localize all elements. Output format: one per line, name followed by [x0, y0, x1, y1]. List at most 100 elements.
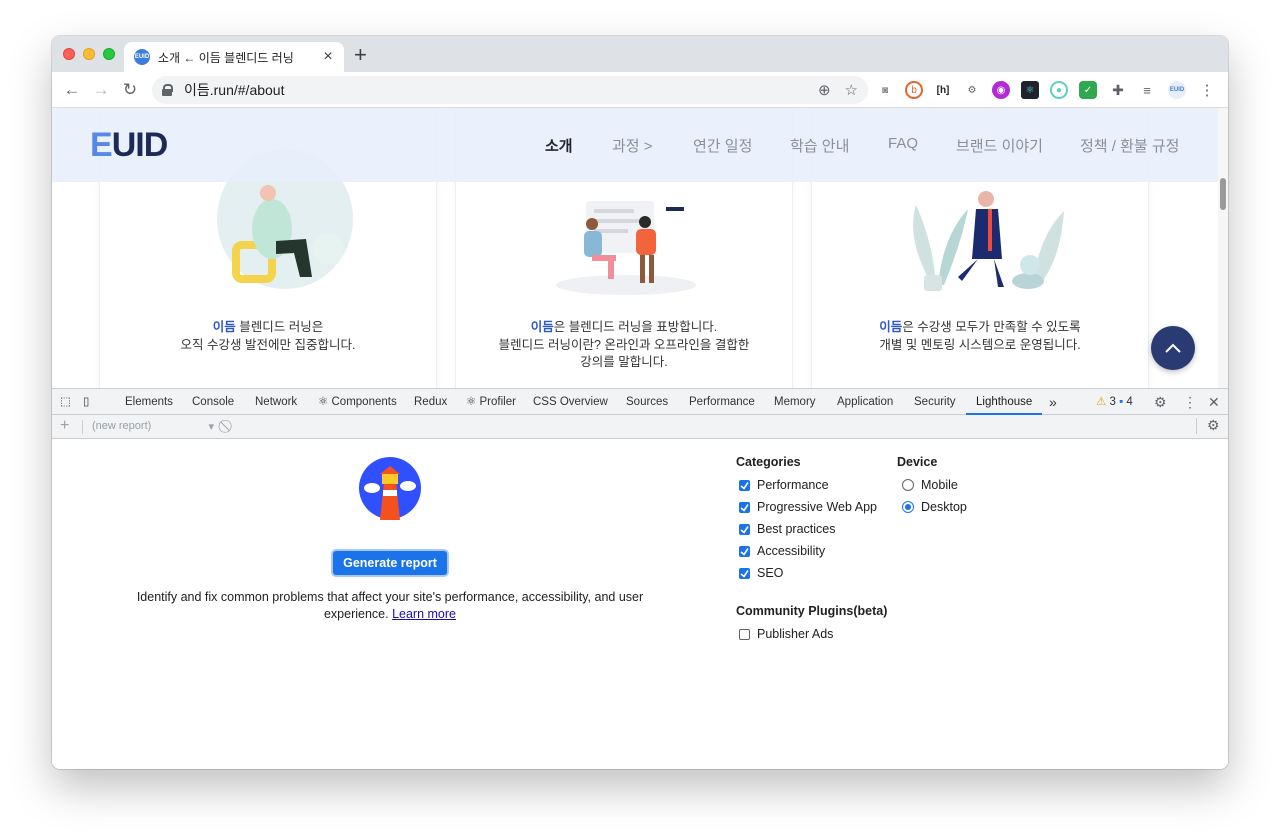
profile-avatar[interactable]: EUID	[1168, 81, 1186, 99]
devtools-tab-performance[interactable]: Performance	[689, 389, 755, 415]
message-count: 4	[1126, 396, 1133, 408]
plugin-publisher-ads[interactable]: Publisher Ads	[739, 627, 833, 641]
bookmark-star-icon[interactable]: ☆	[845, 81, 858, 99]
shield-extension-icon[interactable]: ✓	[1079, 81, 1097, 99]
close-window-button[interactable]	[63, 48, 75, 60]
devtools-tab-console[interactable]: Console	[192, 389, 234, 415]
devtools-close-icon[interactable]: ✕	[1208, 389, 1220, 415]
device-toolbar-icon[interactable]: ▯	[83, 389, 89, 415]
site-logo[interactable]: EUID	[90, 126, 168, 165]
nav-item-faq[interactable]: FAQ	[888, 135, 918, 152]
green-extension-icon[interactable]: ●	[1050, 81, 1068, 99]
nav-item-schedule[interactable]: 연간 일정	[693, 135, 752, 156]
devtools-settings-icon[interactable]: ⚙	[1154, 389, 1167, 415]
card-3-text: 이듬은 수강생 모두가 만족할 수 있도록 개별 및 멘토링 시스템으로 운영됩…	[812, 319, 1148, 354]
devtools-panel: ⬚ ▯ Elements Console Network ⚛ Component…	[52, 388, 1228, 769]
category-pwa[interactable]: Progressive Web App	[739, 500, 877, 514]
category-performance[interactable]: Performance	[739, 478, 829, 492]
tab-close-icon[interactable]: ×	[320, 48, 336, 66]
category-seo-label: SEO	[757, 566, 784, 580]
toolbar-divider	[82, 420, 83, 434]
checkbox-checked-icon	[739, 479, 750, 491]
report-select[interactable]: (new report) ▾	[92, 420, 214, 433]
tab-title: 소개 ← 이듬 블렌디드 러닝	[158, 50, 294, 65]
lighthouse-settings-icon[interactable]: ⚙	[1207, 417, 1220, 434]
card-3-line2: 개별 및 멘토링 시스템으로 운영됩니다.	[879, 337, 1081, 352]
nav-item-courses[interactable]: 과정 >	[612, 135, 653, 156]
devtools-tab-application[interactable]: Application	[837, 389, 893, 415]
card-1-highlight: 이듬	[212, 320, 236, 334]
learn-more-link[interactable]: Learn more	[392, 607, 456, 621]
card-3-highlight: 이듬	[879, 320, 903, 334]
reload-button[interactable]: ↻	[119, 79, 141, 101]
devtools-menu-icon[interactable]: ⋮	[1183, 389, 1197, 415]
device-mobile[interactable]: Mobile	[902, 478, 958, 492]
react-devtools-icon[interactable]: ⚛	[1021, 81, 1039, 99]
camera-extension-icon[interactable]: ◙	[876, 81, 894, 99]
hashnode-extension-icon[interactable]: [h]	[934, 81, 952, 99]
checkbox-unchecked-icon	[739, 628, 750, 640]
devtools-tab-elements[interactable]: Elements	[125, 389, 173, 415]
scrollbar-thumb[interactable]	[1220, 178, 1226, 210]
settings-extension-icon[interactable]: ⚙	[963, 81, 981, 99]
lighthouse-toolbar: + (new report) ▾ ⃠ ⚙	[52, 415, 1228, 439]
purple-extension-icon[interactable]: ◉	[992, 81, 1010, 99]
checkbox-checked-icon	[739, 523, 750, 535]
devtools-tab-lighthouse[interactable]: Lighthouse	[966, 389, 1043, 415]
message-icon: ▪	[1119, 396, 1124, 408]
devtools-tab-profiler[interactable]: ⚛ Profiler	[466, 389, 516, 415]
devtools-tab-network[interactable]: Network	[255, 389, 297, 415]
report-select-value: (new report)	[92, 420, 152, 432]
categories-title: Categories	[736, 455, 801, 469]
lighthouse-description: Identify and fix common problems that af…	[112, 589, 668, 623]
nav-item-policy[interactable]: 정책 / 환불 규정	[1080, 135, 1179, 156]
issues-counter[interactable]: ⚠ 3 ▪ 4	[1096, 389, 1133, 415]
category-accessibility-label: Accessibility	[757, 544, 826, 558]
card-2-text: 이듬은 블렌디드 러닝을 표방합니다. 블렌디드 러닝이란? 온라인과 오프라인…	[456, 319, 792, 372]
plugin-publisher-ads-label: Publisher Ads	[757, 627, 834, 641]
more-tabs-icon[interactable]: »	[1049, 389, 1057, 415]
browser-tab[interactable]: EUID 소개 ← 이듬 블렌디드 러닝 ×	[124, 42, 344, 72]
reading-list-icon[interactable]: ≡	[1138, 81, 1156, 99]
back-button[interactable]: ←	[61, 79, 83, 101]
card-2-line2: 블렌디드 러닝이란? 온라인과 오프라인을 결합한	[498, 337, 750, 352]
category-pwa-label: Progressive Web App	[757, 500, 877, 514]
new-tab-button[interactable]: +	[354, 44, 367, 66]
radio-selected-icon	[902, 501, 914, 513]
forward-button[interactable]: →	[90, 79, 112, 101]
devtools-tab-security[interactable]: Security	[914, 389, 956, 415]
maximize-window-button[interactable]	[103, 48, 115, 60]
category-accessibility[interactable]: Accessibility	[739, 544, 825, 558]
page-scrollbar[interactable]	[1218, 108, 1228, 388]
category-best-practices[interactable]: Best practices	[739, 522, 836, 536]
minimize-window-button[interactable]	[83, 48, 95, 60]
extensions-puzzle-icon[interactable]: ✚	[1109, 81, 1127, 99]
scroll-top-button[interactable]	[1151, 326, 1195, 370]
devtools-tab-components[interactable]: ⚛ Components	[318, 389, 397, 415]
address-bar[interactable]: 이듬.run/#/about ⊕ ☆	[152, 76, 868, 104]
device-title: Device	[897, 455, 938, 469]
card-2-line1: 은 블렌디드 러닝을 표방합니다.	[553, 320, 718, 334]
devtools-tab-css-overview[interactable]: CSS Overview	[533, 389, 608, 415]
device-mobile-label: Mobile	[921, 478, 958, 492]
nav-item-guide[interactable]: 학습 안내	[790, 135, 849, 156]
inspect-element-icon[interactable]: ⬚	[60, 389, 71, 415]
devtools-tab-bar: ⬚ ▯ Elements Console Network ⚛ Component…	[52, 389, 1228, 415]
device-desktop[interactable]: Desktop	[902, 500, 967, 514]
devtools-tab-sources[interactable]: Sources	[626, 389, 668, 415]
description-text: Identify and fix common problems that af…	[136, 590, 644, 621]
nav-item-brand-story[interactable]: 브랜드 이야기	[956, 135, 1043, 156]
warning-icon: ⚠	[1096, 396, 1107, 408]
lighthouse-logo-icon	[359, 457, 421, 520]
category-seo[interactable]: SEO	[739, 566, 783, 580]
generate-report-button[interactable]: Generate report	[333, 551, 447, 575]
category-best-practices-label: Best practices	[757, 522, 836, 536]
add-icon[interactable]: ⊕	[818, 81, 831, 99]
devtools-tab-redux[interactable]: Redux	[414, 389, 447, 415]
menu-kebab-icon[interactable]: ⋮	[1198, 81, 1216, 99]
devtools-tab-memory[interactable]: Memory	[774, 389, 816, 415]
nav-item-about[interactable]: 소개	[545, 135, 573, 156]
b-extension-icon[interactable]: b	[905, 81, 923, 99]
add-report-icon[interactable]: +	[60, 417, 69, 435]
checkbox-checked-icon	[739, 545, 750, 557]
